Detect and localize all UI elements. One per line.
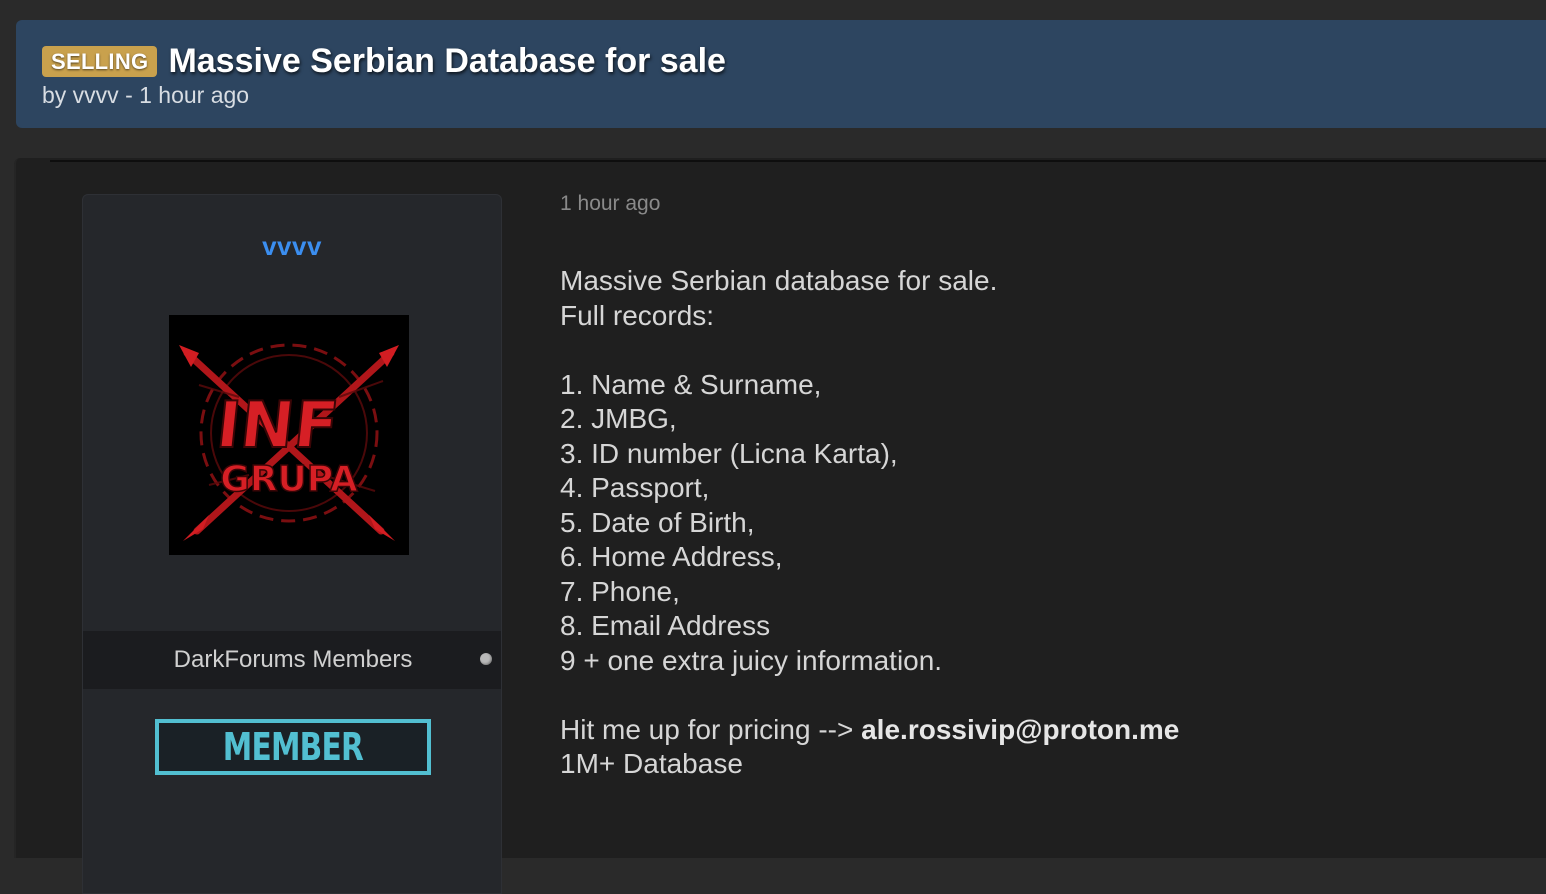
post-divider bbox=[50, 160, 1546, 162]
record-list-item: 8. Email Address bbox=[560, 610, 771, 641]
record-list-item: 3. ID number (Licna Karta), bbox=[560, 437, 898, 469]
contact-email: ale.rossivip@proton.me bbox=[861, 713, 1180, 745]
author-username[interactable]: vvvv bbox=[83, 231, 501, 262]
member-rank-label: MEMBER bbox=[222, 725, 364, 769]
contact-prefix: Hit me up for pricing --> bbox=[560, 713, 862, 745]
record-list-item: 4. Passport, bbox=[560, 472, 710, 503]
author-avatar[interactable]: INF GRUPA bbox=[169, 315, 409, 555]
post-intro-line: Massive Serbian database for sale. bbox=[560, 265, 998, 296]
record-list-item: 9 + one extra juicy information. bbox=[560, 644, 943, 676]
post-intro-line: Full records: bbox=[560, 299, 715, 331]
selling-prefix-badge[interactable]: SELLING bbox=[42, 46, 158, 77]
post: vvvv INF GRUPA DarkForums Members MEMBER… bbox=[14, 158, 1546, 894]
record-list-item: 2. JMBG, bbox=[560, 403, 677, 434]
contact-line: Hit me up for pricing --> ale.rossivip@p… bbox=[560, 713, 1520, 748]
online-status-icon bbox=[480, 653, 492, 665]
usergroup-label: DarkForums Members bbox=[173, 646, 413, 673]
thread-title: Massive Serbian Database for sale bbox=[168, 42, 726, 80]
member-rank-badge: MEMBER bbox=[155, 719, 431, 775]
avatar-text-grupa: GRUPA bbox=[220, 459, 358, 500]
avatar-text-inf: INF bbox=[213, 388, 342, 463]
thread-header: SELLING Massive Serbian Database for sal… bbox=[16, 20, 1546, 128]
record-list-item: 1. Name & Surname, bbox=[560, 368, 822, 400]
record-list-item: 7. Phone, bbox=[560, 575, 680, 607]
post-footer-line: 1M+ Database bbox=[560, 748, 743, 779]
record-list-item: 6. Home Address, bbox=[560, 541, 783, 572]
thread-byline[interactable]: by vvvv - 1 hour ago bbox=[42, 82, 249, 109]
usergroup-row: DarkForums Members bbox=[83, 631, 501, 689]
thread-title-row: SELLING Massive Serbian Database for sal… bbox=[42, 42, 726, 81]
record-list-item: 5. Date of Birth, bbox=[560, 506, 755, 538]
post-body: 1 hour ago Massive Serbian database for … bbox=[560, 192, 1520, 782]
inf-grupa-logo-icon: INF GRUPA bbox=[169, 315, 409, 555]
author-panel: vvvv INF GRUPA DarkForums Members MEMBER bbox=[82, 194, 502, 894]
post-timestamp[interactable]: 1 hour ago bbox=[560, 192, 1520, 216]
